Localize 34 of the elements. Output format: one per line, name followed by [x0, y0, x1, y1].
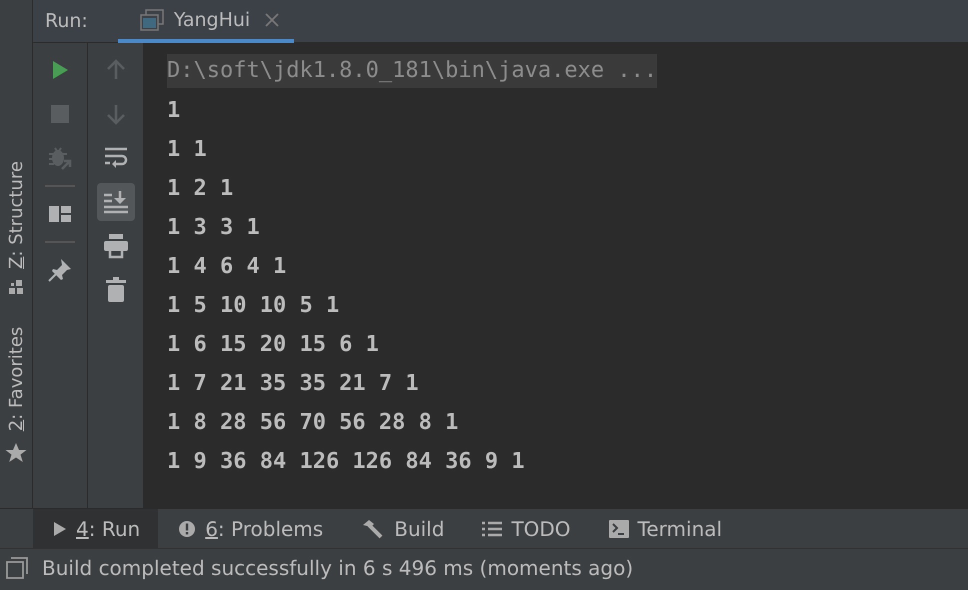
output-line: 1 6 15 20 15 6 1	[167, 331, 379, 359]
output-line: 1	[167, 97, 180, 125]
star-icon	[5, 442, 27, 464]
close-icon[interactable]	[264, 12, 280, 28]
windows-icon[interactable]	[6, 556, 28, 578]
tool-window-tab[interactable]: 6: Problems	[158, 509, 342, 548]
side-tab[interactable]: Z: Structure	[6, 161, 26, 269]
output-line: 1 3 3 1	[167, 214, 260, 242]
output-line: 1 1	[167, 136, 207, 164]
soft-wrap-icon[interactable]	[102, 146, 128, 170]
tool-window-tab[interactable]: Build	[341, 509, 462, 548]
trash-icon[interactable]	[104, 277, 126, 303]
tool-window-tab[interactable]: Terminal	[588, 509, 740, 548]
output-line: 1 8 28 56 70 56 28 8 1	[167, 409, 458, 437]
output-line: 1 2 1	[167, 175, 234, 203]
list-icon	[482, 520, 502, 536]
status-message: Build completed successfully in 6 s 496 ms (moments ago)	[42, 556, 634, 580]
terminal-icon	[608, 520, 629, 538]
toggle-button[interactable]	[96, 183, 134, 221]
run-icon	[53, 520, 67, 536]
output-line: 1 7 21 35 35 21 7 1	[167, 370, 419, 398]
output-line: 1 4 6 4 1	[167, 253, 286, 281]
output-line: 1 5 10 10 5 1	[167, 292, 340, 320]
layout-icon[interactable]	[48, 204, 72, 224]
window-icon	[140, 8, 164, 30]
panel-title: Run:	[44, 9, 89, 34]
output-line: 1 9 36 84 126 126 84 36 9 1	[167, 448, 525, 476]
printer-icon[interactable]	[102, 233, 128, 259]
tool-window-tab[interactable]: 4: Run	[33, 509, 158, 548]
tool-window-tab[interactable]: TODO	[462, 509, 589, 548]
pin-icon[interactable]	[47, 257, 73, 283]
structure-icon	[7, 278, 25, 296]
warning-icon	[178, 520, 196, 538]
side-tab[interactable]: 2: Favorites	[6, 326, 26, 432]
